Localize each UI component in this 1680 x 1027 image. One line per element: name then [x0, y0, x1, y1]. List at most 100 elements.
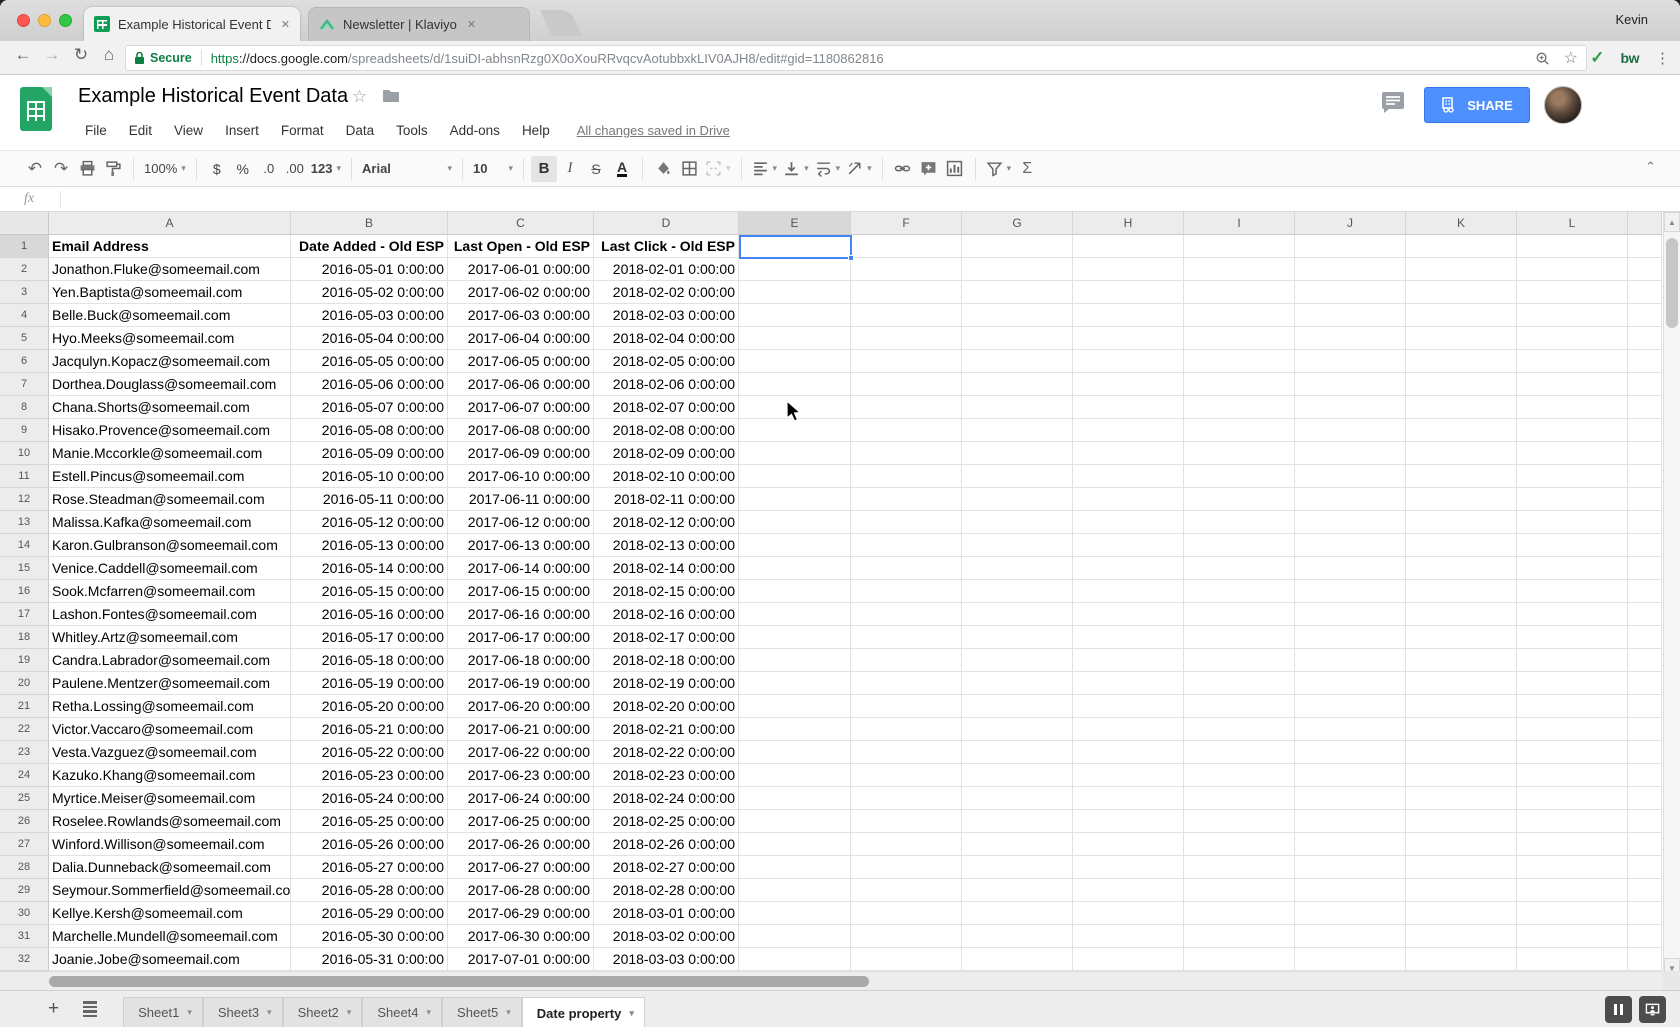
cell[interactable]	[1406, 304, 1517, 327]
cell[interactable]	[1628, 534, 1662, 557]
cell[interactable]	[962, 465, 1073, 488]
italic-button[interactable]: I	[557, 156, 583, 182]
cell[interactable]	[1517, 396, 1628, 419]
cell[interactable]: 2018-02-04 0:00:00	[594, 327, 739, 350]
row-header[interactable]: 26	[0, 810, 49, 833]
cell[interactable]	[1184, 350, 1295, 373]
macos-close-button[interactable]	[17, 14, 30, 27]
cell[interactable]	[739, 419, 851, 442]
cell[interactable]	[1628, 603, 1662, 626]
cell[interactable]	[962, 741, 1073, 764]
paint-format-icon[interactable]	[100, 156, 126, 182]
cell[interactable]	[851, 557, 962, 580]
borders-icon[interactable]	[676, 156, 702, 182]
cell[interactable]	[1628, 925, 1662, 948]
secure-badge[interactable]: Secure	[134, 51, 192, 65]
cell[interactable]	[739, 695, 851, 718]
cell[interactable]	[1406, 741, 1517, 764]
column-header-L[interactable]: L	[1517, 212, 1628, 235]
cell[interactable]: 2018-02-12 0:00:00	[594, 511, 739, 534]
cell[interactable]: 2017-06-09 0:00:00	[448, 442, 594, 465]
cell[interactable]	[1184, 764, 1295, 787]
menu-format[interactable]: Format	[272, 120, 333, 141]
cell[interactable]	[1406, 833, 1517, 856]
tab-close-icon[interactable]: ✕	[467, 18, 476, 31]
forward-icon[interactable]: →	[39, 45, 65, 65]
bookmark-star-icon[interactable]: ☆	[1564, 48, 1578, 68]
cell[interactable]: Roselee.Rowlands@someemail.com	[49, 810, 291, 833]
cell[interactable]	[962, 833, 1073, 856]
cell[interactable]	[1628, 787, 1662, 810]
cell[interactable]	[851, 304, 962, 327]
cell[interactable]	[1406, 235, 1517, 258]
cell[interactable]	[962, 764, 1073, 787]
cell[interactable]	[962, 557, 1073, 580]
bold-button[interactable]: B	[531, 156, 557, 182]
cell[interactable]	[739, 488, 851, 511]
cell[interactable]	[739, 350, 851, 373]
cell[interactable]: 2017-06-26 0:00:00	[448, 833, 594, 856]
cell[interactable]: 2016-05-03 0:00:00	[291, 304, 448, 327]
cell[interactable]: 2018-02-15 0:00:00	[594, 580, 739, 603]
cell[interactable]	[1628, 258, 1662, 281]
cell[interactable]	[851, 580, 962, 603]
row-header[interactable]: 11	[0, 465, 49, 488]
cell[interactable]	[1517, 649, 1628, 672]
cell[interactable]	[1406, 925, 1517, 948]
cell[interactable]	[739, 258, 851, 281]
cell[interactable]: Yen.Baptista@someemail.com	[49, 281, 291, 304]
cell[interactable]	[1517, 258, 1628, 281]
format-currency-button[interactable]: $	[204, 156, 230, 182]
cell[interactable]: Dalia.Dunneback@someemail.com	[49, 856, 291, 879]
cell[interactable]	[1073, 833, 1184, 856]
cell[interactable]: Email Address	[49, 235, 291, 258]
cell[interactable]: 2016-05-09 0:00:00	[291, 442, 448, 465]
cell[interactable]: 2018-03-02 0:00:00	[594, 925, 739, 948]
cell[interactable]	[851, 695, 962, 718]
cell[interactable]	[739, 741, 851, 764]
cell[interactable]: Seymour.Sommerfield@someemail.com	[49, 879, 291, 902]
cell[interactable]	[962, 856, 1073, 879]
cell[interactable]	[739, 580, 851, 603]
cell[interactable]	[1184, 304, 1295, 327]
cell[interactable]	[1073, 787, 1184, 810]
cell[interactable]	[1406, 902, 1517, 925]
cell[interactable]	[1406, 764, 1517, 787]
cell[interactable]	[1406, 488, 1517, 511]
cell[interactable]: 2018-02-13 0:00:00	[594, 534, 739, 557]
cell[interactable]	[1184, 396, 1295, 419]
cell[interactable]	[1406, 442, 1517, 465]
cell[interactable]	[1295, 948, 1406, 971]
cell[interactable]: Last Click - Old ESP	[594, 235, 739, 258]
cell[interactable]	[1628, 419, 1662, 442]
cell[interactable]: Kellye.Kersh@someemail.com	[49, 902, 291, 925]
cell[interactable]	[1073, 879, 1184, 902]
cell[interactable]	[1406, 350, 1517, 373]
cell[interactable]	[1517, 281, 1628, 304]
cell[interactable]: 2017-06-07 0:00:00	[448, 396, 594, 419]
column-header-G[interactable]: G	[962, 212, 1073, 235]
cell[interactable]	[1184, 488, 1295, 511]
cell[interactable]	[962, 925, 1073, 948]
cell[interactable]: 2018-02-09 0:00:00	[594, 442, 739, 465]
cell[interactable]: 2016-05-06 0:00:00	[291, 373, 448, 396]
cell[interactable]: 2018-02-16 0:00:00	[594, 603, 739, 626]
cell[interactable]	[851, 511, 962, 534]
cell[interactable]	[1517, 419, 1628, 442]
row-header[interactable]: 12	[0, 488, 49, 511]
cell[interactable]	[1517, 557, 1628, 580]
browser-tab-sheets[interactable]: Example Historical Event Data ✕	[84, 7, 300, 41]
cell[interactable]: Victor.Vaccaro@someemail.com	[49, 718, 291, 741]
formula-bar[interactable]: fx	[0, 187, 1680, 212]
cell[interactable]: 2017-06-08 0:00:00	[448, 419, 594, 442]
cell[interactable]: 2016-05-19 0:00:00	[291, 672, 448, 695]
cell[interactable]: 2016-05-01 0:00:00	[291, 258, 448, 281]
browser-profile-name[interactable]: Kevin	[1615, 12, 1648, 27]
cell[interactable]	[962, 488, 1073, 511]
cell[interactable]: 2016-05-15 0:00:00	[291, 580, 448, 603]
cell[interactable]	[1628, 764, 1662, 787]
cell[interactable]	[1295, 534, 1406, 557]
cell[interactable]	[851, 787, 962, 810]
cell[interactable]: 2017-06-04 0:00:00	[448, 327, 594, 350]
cell[interactable]	[1295, 603, 1406, 626]
